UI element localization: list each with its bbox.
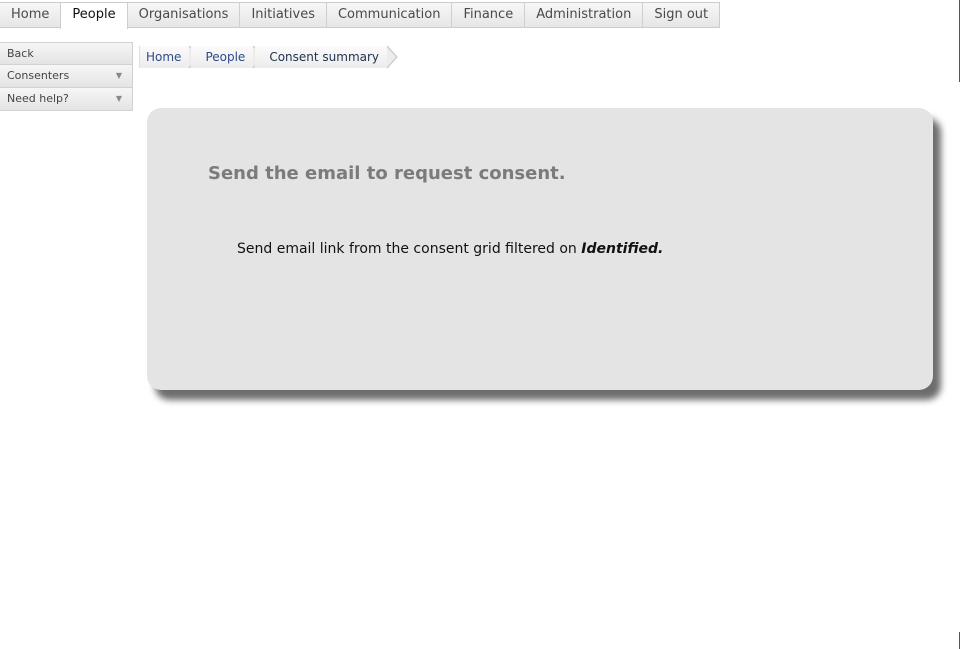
breadcrumb: Home People Consent summary [139,45,398,69]
panel-message-text: Send email link from the consent grid fi… [237,241,577,257]
chevron-right-icon [386,45,398,69]
tab-initiatives[interactable]: Initiatives [240,3,327,27]
chevron-down-icon: ▼ [115,94,122,103]
sidebar: Back Consenters ▼ Need help? ▼ [0,42,134,111]
tab-organisations[interactable]: Organisations [128,3,241,27]
tab-communication[interactable]: Communication [327,3,453,27]
need-help-menu[interactable]: Need help? ▼ [0,88,133,111]
breadcrumb-home-label: Home [146,50,182,64]
back-button-label: Back [7,47,34,60]
tab-people[interactable]: People [60,3,128,29]
tab-home[interactable]: Home [0,3,62,27]
need-help-menu-label: Need help? [7,92,69,105]
tab-finance[interactable]: Finance [452,3,526,27]
breadcrumb-consent-summary[interactable]: Consent summary [255,45,398,69]
consenters-menu-label: Consenters [7,69,70,82]
breadcrumb-people-label: People [205,50,246,64]
chevron-down-icon: ▼ [115,71,122,80]
breadcrumb-people[interactable]: People [191,45,264,69]
panel-message: Send email link from the consent grid fi… [237,241,663,257]
panel-title: Send the email to request consent. [208,163,566,184]
breadcrumb-home[interactable]: Home [139,45,201,69]
consenters-menu[interactable]: Consenters ▼ [0,65,133,88]
panel-message-filter: Identified. [581,241,664,257]
back-button[interactable]: Back [0,42,133,65]
consent-info-panel: Send the email to request consent. Send … [147,108,933,390]
breadcrumb-consent-summary-label: Consent summary [269,50,380,64]
tab-sign-out[interactable]: Sign out [643,3,719,27]
top-navigation: Home People Organisations Initiatives Co… [0,2,721,29]
tab-administration[interactable]: Administration [525,3,644,27]
